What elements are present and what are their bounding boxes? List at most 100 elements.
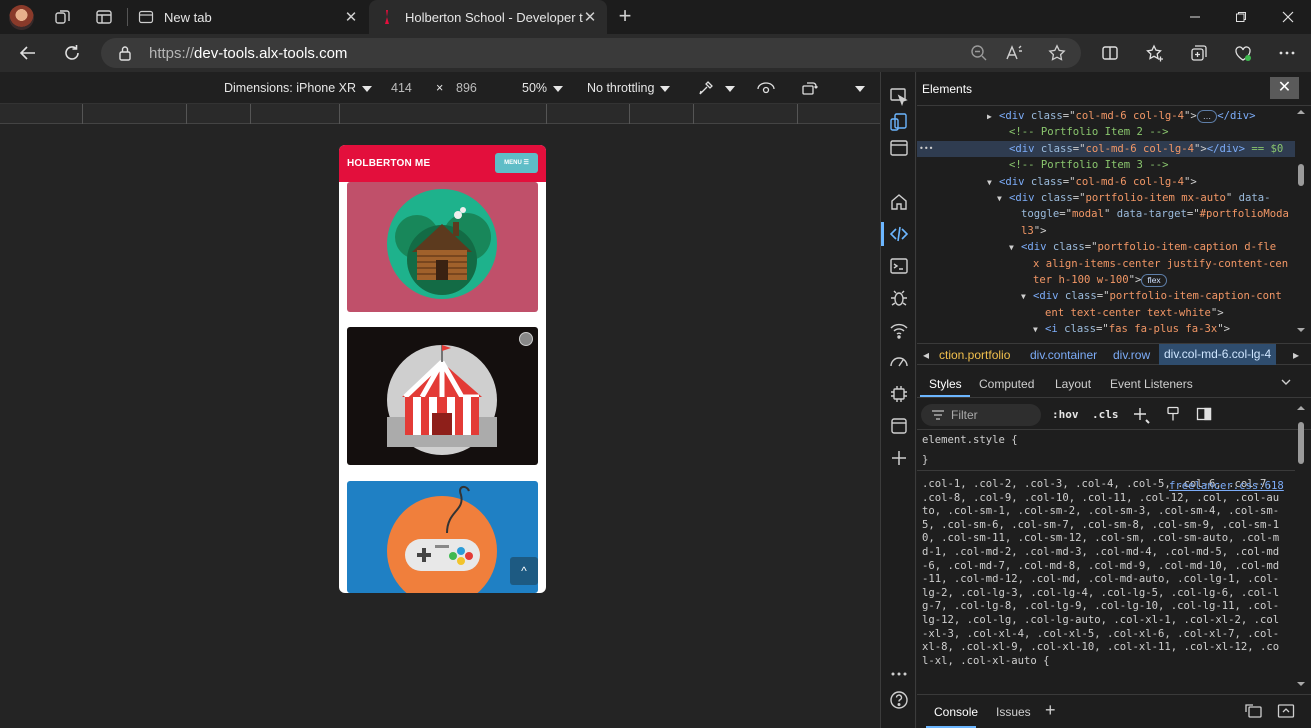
new-style-rule-icon[interactable] — [1132, 406, 1150, 424]
device-width-input[interactable]: 414 — [391, 81, 412, 95]
rule-source-link[interactable]: freelancer.css:618 — [1169, 480, 1284, 492]
more-options-icon[interactable] — [1278, 44, 1296, 62]
elements-tool-icon[interactable] — [889, 224, 909, 244]
device-emulation-icon[interactable] — [889, 112, 909, 132]
dom-node[interactable]: <!-- Portfolio Item 2 --> — [917, 124, 1295, 140]
vertical-tabs-icon[interactable] — [95, 8, 113, 26]
dom-badge[interactable]: … — [1196, 110, 1218, 123]
expand-toggle-icon[interactable]: ▼ — [987, 175, 999, 191]
device-dimensions-select[interactable]: Dimensions: iPhone XR — [224, 81, 373, 95]
dom-node[interactable]: ▼ <div class="col-md-6 col-lg-4"> — [917, 174, 1295, 190]
workspaces-icon[interactable] — [54, 8, 72, 26]
dom-node[interactable]: ter h-100 w-100"> flex — [917, 272, 1295, 288]
zoom-select[interactable]: 50% — [522, 81, 564, 95]
expand-toggle-icon[interactable]: ▼ — [1009, 240, 1021, 256]
dom-node[interactable]: x align-items-center justify-content-cen — [917, 256, 1295, 272]
url-text[interactable]: https://dev-tools.alx-tools.com — [149, 45, 347, 62]
close-tab-icon[interactable]: ✕ — [344, 8, 358, 26]
eyedropper-icon[interactable] — [697, 79, 715, 97]
refresh-icon[interactable] — [61, 42, 83, 64]
add-drawer-tab-button[interactable]: + — [1045, 700, 1056, 721]
dom-node[interactable]: ▶ <div class="col-md-6 col-lg-4">… </div> — [917, 108, 1295, 124]
tab-new-tab[interactable]: New tab ✕ — [128, 0, 368, 34]
favorites-icon[interactable] — [1146, 44, 1164, 62]
dom-badge[interactable]: flex — [1141, 274, 1167, 287]
dock-icon[interactable] — [889, 138, 909, 158]
panel-title[interactable]: Elements — [922, 82, 972, 96]
profile-avatar[interactable] — [9, 5, 34, 30]
tab-layout[interactable]: Layout — [1055, 377, 1091, 391]
dom-node[interactable]: ▼ <div class="portfolio-item mx-auto" dat… — [917, 190, 1295, 206]
breadcrumb-item-selected[interactable]: div.col-md-6.col-lg-4 — [1159, 344, 1277, 365]
element-style-open[interactable]: element.style { — [922, 434, 1018, 446]
dom-node[interactable]: ▼ <div class="portfolio-item-caption-cont — [917, 288, 1295, 304]
expand-toggle-icon[interactable]: ▼ — [1033, 322, 1045, 338]
breadcrumb-item[interactable]: ction.portfolio — [939, 348, 1010, 362]
hover-state-toggle[interactable]: :hov — [1052, 408, 1079, 421]
split-screen-icon[interactable] — [1101, 44, 1119, 62]
tab-computed[interactable]: Computed — [979, 377, 1034, 391]
rule-selector-list[interactable]: .col-1, .col-2, .col-3, .col-4, .col-5, … — [922, 478, 1284, 668]
more-tools-plus-icon[interactable] — [889, 448, 909, 468]
drawer-tab-console[interactable]: Console — [934, 705, 978, 719]
portfolio-item-circus[interactable] — [347, 327, 538, 465]
expand-toggle-icon[interactable]: ▼ — [997, 191, 1009, 207]
rotate-icon[interactable] — [801, 79, 819, 97]
dom-node[interactable]: toggle="modal" data-target="#portfolioMo… — [917, 206, 1295, 222]
minimize-button[interactable] — [1172, 0, 1218, 34]
throttling-select[interactable]: No throttling — [587, 81, 671, 95]
collections-icon[interactable] — [1190, 44, 1208, 62]
emulated-device-screen[interactable]: HOLBERTON ME MENU ☰ — [339, 145, 546, 593]
tab-event-listeners[interactable]: Event Listeners — [1110, 377, 1193, 391]
performance-tool-icon[interactable] — [889, 352, 909, 372]
breadcrumb-scroll-right-icon[interactable]: ▸ — [1293, 348, 1299, 362]
inspect-element-icon[interactable] — [889, 86, 909, 106]
eyedropper-caret[interactable] — [719, 81, 735, 95]
dom-node[interactable]: ▼ <div class="portfolio-item-caption d-fl… — [917, 239, 1295, 255]
dom-tree-scrollbar[interactable] — [1295, 108, 1307, 340]
dom-node-selected[interactable]: ••• <div class="col-md-6 col-lg-4"></div>… — [917, 140, 1295, 157]
dom-tree[interactable]: ▶ <div class="col-md-6 col-lg-4">… </div> <… — [917, 108, 1311, 340]
menu-button[interactable]: MENU ☰ — [495, 153, 538, 173]
help-icon[interactable] — [889, 690, 909, 710]
expand-toggle-icon[interactable]: ▶ — [987, 109, 999, 125]
application-tool-icon[interactable] — [889, 416, 909, 436]
site-brand[interactable]: HOLBERTON ME — [347, 158, 430, 169]
tab-styles[interactable]: Styles — [929, 377, 962, 391]
drawer-tab-issues[interactable]: Issues — [996, 705, 1031, 719]
restore-button[interactable] — [1218, 0, 1264, 34]
welcome-home-icon[interactable] — [889, 192, 909, 212]
dom-node[interactable]: <!-- Portfolio Item 3 --> — [917, 157, 1295, 173]
styles-pane[interactable]: element.style { } .col-1, .col-2, .col-3… — [917, 430, 1311, 690]
browser-essentials-icon[interactable] — [1234, 44, 1252, 62]
network-tool-icon[interactable] — [889, 320, 909, 340]
breadcrumb-item[interactable]: div.container — [1030, 348, 1097, 362]
device-height-input[interactable]: 896 — [456, 81, 477, 95]
dom-node[interactable]: ent text-center text-white"> — [917, 305, 1295, 321]
favorite-star-icon[interactable] — [1048, 44, 1066, 62]
close-tab-icon[interactable]: ✕ — [583, 8, 597, 26]
zoom-out-icon[interactable] — [970, 44, 988, 62]
more-tabs-chevron-icon[interactable] — [1280, 376, 1292, 388]
device-options-caret[interactable] — [849, 81, 865, 95]
tab-holberton[interactable]: Holberton School - Developer to ✕ — [369, 0, 607, 34]
expand-toggle-icon[interactable]: ▼ — [1021, 289, 1033, 305]
node-actions-icon[interactable]: ••• — [919, 141, 933, 157]
read-aloud-icon[interactable] — [1005, 44, 1023, 62]
sources-debug-icon[interactable] — [889, 288, 909, 308]
breadcrumb-item[interactable]: div.row — [1113, 348, 1150, 362]
customize-devtools-icon[interactable] — [889, 664, 909, 684]
computed-sidebar-toggle-icon[interactable] — [1196, 406, 1212, 422]
memory-tool-icon[interactable] — [889, 384, 909, 404]
close-devtools-button[interactable]: ✕ — [1270, 77, 1299, 99]
styles-scrollbar[interactable] — [1295, 404, 1307, 690]
scroll-to-top-button[interactable]: ^ — [510, 557, 538, 585]
back-icon[interactable] — [17, 42, 39, 64]
vision-deficiency-icon[interactable] — [756, 79, 776, 97]
console-tool-icon[interactable] — [889, 256, 909, 276]
dom-node[interactable]: ▼ <i class="fas fa-plus fa-3x"> — [917, 321, 1295, 337]
class-toggle[interactable]: .cls — [1092, 408, 1119, 421]
close-window-button[interactable] — [1265, 0, 1311, 34]
close-drawer-icon[interactable] — [1277, 703, 1295, 719]
address-bar[interactable]: https://dev-tools.alx-tools.com — [101, 38, 1081, 68]
